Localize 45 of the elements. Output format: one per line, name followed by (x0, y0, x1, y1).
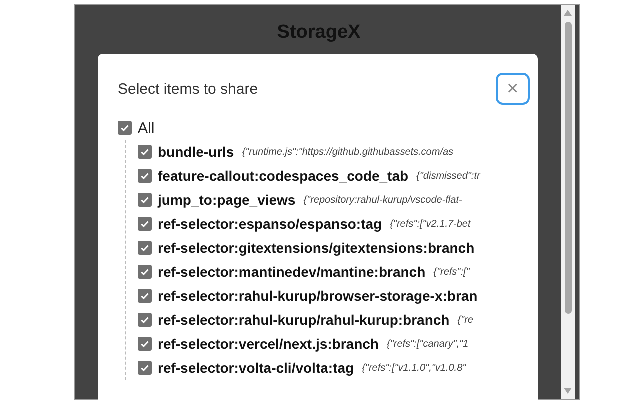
checkmark-icon (140, 171, 150, 181)
item-key: feature-callout:codespaces_code_tab (158, 168, 409, 184)
checkbox[interactable] (138, 337, 152, 351)
item-value: {"refs":["v1.1.0","v1.0.8" (362, 362, 466, 374)
checkmark-icon (140, 267, 150, 277)
checkbox[interactable] (138, 265, 152, 279)
item-key: bundle-urls (158, 144, 234, 160)
checkbox[interactable] (118, 121, 132, 135)
item-value: {"refs":[" (434, 266, 470, 278)
dialog-title: Select items to share (118, 80, 258, 98)
checkbox[interactable] (138, 241, 152, 255)
checkmark-icon (140, 243, 150, 253)
checkmark-icon (140, 147, 150, 157)
checkmark-icon (140, 315, 150, 325)
checkbox[interactable] (138, 193, 152, 207)
checkbox[interactable] (138, 169, 152, 183)
checkbox-label: All (138, 120, 155, 136)
item-value: {"refs":["canary","1 (386, 338, 469, 350)
checkbox[interactable] (138, 361, 152, 375)
checkmark-icon (140, 219, 150, 229)
item-key: ref-selector:vercel/next.js:branch (158, 336, 379, 352)
checkmark-icon (120, 123, 130, 133)
checkmark-icon (140, 363, 150, 373)
item-value: {"refs":["v2.1.7-bet (390, 218, 471, 230)
item-value: {"dismissed":tr (416, 170, 480, 182)
item-value: {"repository:rahul-kurup/vscode-flat- (304, 194, 462, 206)
item-key: ref-selector:rahul-kurup/browser-storage-x:bran (158, 288, 478, 304)
checkbox[interactable] (138, 217, 152, 231)
item-key: ref-selector:mantinedev/mantine:branch (158, 264, 426, 280)
item-key: ref-selector:espanso/espanso:tag (158, 216, 382, 232)
checkmark-icon (140, 291, 150, 301)
item-key: jump_to:page_views (158, 192, 296, 208)
checkbox[interactable] (138, 313, 152, 327)
item-key: ref-selector:rahul-kurup/rahul-kurup:branch (158, 312, 450, 328)
checkmark-icon (140, 339, 150, 349)
close-button[interactable]: × (496, 73, 530, 105)
checkmark-icon (140, 195, 150, 205)
scrollbar[interactable] (561, 5, 575, 399)
checkbox[interactable] (138, 289, 152, 303)
item-value: {"re (458, 314, 474, 326)
item-key: ref-selector:gitextensions/gitextensions:branch (158, 240, 475, 256)
checkbox[interactable] (138, 145, 152, 159)
item-value: {"runtime.js":"https://github.githubassets.com/as (242, 146, 454, 158)
scrollbar-thumb[interactable] (564, 22, 572, 314)
item-key: ref-selector:volta-cli/volta:tag (158, 360, 354, 376)
